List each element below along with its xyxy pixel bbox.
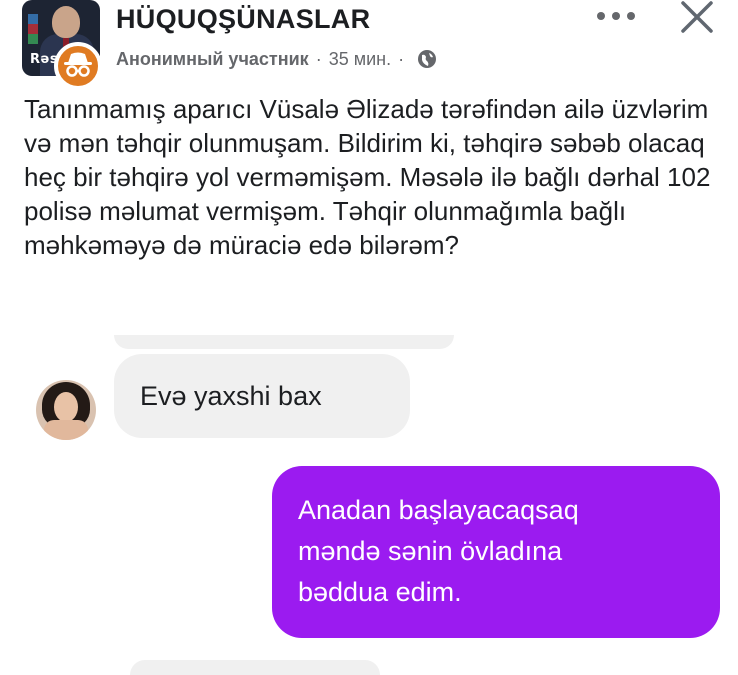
post-screenshot: Rəs HÜQUQŞÜNASLAR Анонимный участник · 3…	[0, 0, 738, 675]
meta-separator: ·	[315, 48, 322, 69]
anonymous-icon[interactable]	[54, 42, 102, 90]
chat-bubble-partial	[130, 660, 380, 675]
avatar	[36, 380, 96, 440]
meta-separator: ·	[398, 48, 405, 69]
avatar-face	[54, 392, 78, 422]
author-name[interactable]: Анонимный участник	[116, 49, 309, 70]
avatar-hands	[44, 420, 88, 440]
received-message-bubble: Evə yaxshi bax	[114, 354, 410, 438]
flag-decoration	[28, 14, 38, 44]
chat-bubble-partial	[114, 335, 454, 349]
avatar-photo-face	[52, 6, 80, 38]
post-body-text: Tanınmamış aparıcı Vüsalə Əlizadə tərəfi…	[24, 94, 711, 260]
received-message-text: Evə yaxshi bax	[140, 380, 322, 411]
sent-message-text: Anadan başlayacaqsaq məndə sənin övladın…	[298, 495, 579, 607]
more-icon[interactable]	[596, 8, 636, 24]
close-icon[interactable]	[680, 0, 714, 34]
post-meta: Анонимный участник · 35 мин. ·	[116, 46, 437, 72]
post-time[interactable]: 35 мин.	[329, 49, 391, 70]
group-name[interactable]: HÜQUQŞÜNASLAR	[116, 4, 370, 35]
sent-message-bubble: Anadan başlayacaqsaq məndə sənin övladın…	[272, 466, 720, 638]
globe-icon	[417, 49, 437, 69]
